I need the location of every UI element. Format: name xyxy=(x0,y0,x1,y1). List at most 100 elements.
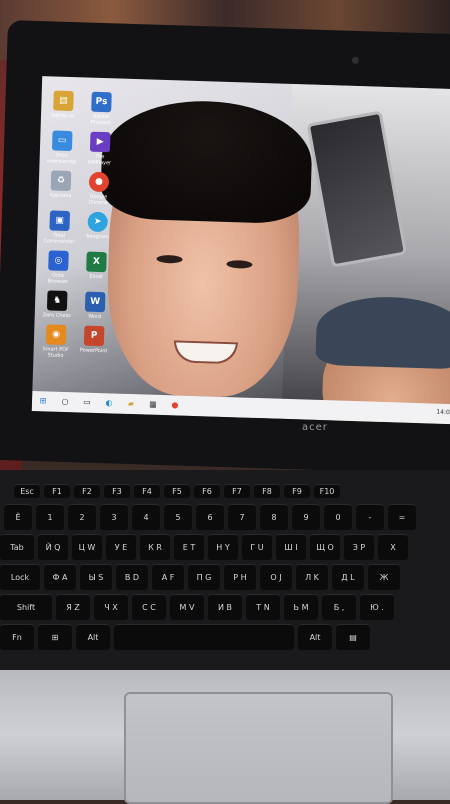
key[interactable]: Р H xyxy=(224,564,256,590)
key[interactable]: 9 xyxy=(292,504,320,530)
key[interactable]: Т N xyxy=(246,594,280,620)
key[interactable]: F2 xyxy=(74,484,100,498)
word-icon: W xyxy=(84,291,106,313)
edge-icon[interactable]: ◐ xyxy=(104,398,114,408)
desktop-icon-label: The KMPlayer xyxy=(87,153,112,167)
key[interactable]: Alt xyxy=(298,624,332,650)
desktop-icon[interactable]: ▭ Этот компьютер xyxy=(45,130,78,165)
desktop-icon-label: Zero Chess xyxy=(42,312,71,320)
key[interactable]: М V xyxy=(170,594,204,620)
search-icon[interactable]: ○ xyxy=(60,397,70,407)
windows-start-icon[interactable]: ⊞ xyxy=(38,396,48,406)
key[interactable]: В D xyxy=(116,564,148,590)
desktop-icon[interactable]: W Word xyxy=(79,291,112,320)
key[interactable]: Й Q xyxy=(38,534,68,560)
spacebar[interactable] xyxy=(114,624,294,650)
key[interactable]: А F xyxy=(152,564,184,590)
key[interactable]: О J xyxy=(260,564,292,590)
key[interactable]: Н Y xyxy=(208,534,238,560)
key[interactable]: Щ O xyxy=(310,534,340,560)
windows-key-icon[interactable]: ⊞ xyxy=(38,624,72,650)
key[interactable]: Ю . xyxy=(360,594,394,620)
key[interactable]: 4 xyxy=(132,504,160,530)
key[interactable]: Shift xyxy=(0,594,52,620)
file-explorer-icon[interactable]: ▰ xyxy=(126,399,136,409)
desktop-icon[interactable]: ♞ Zero Chess xyxy=(41,290,74,319)
desktop-icon[interactable]: ● Google Chrome xyxy=(82,171,115,206)
key[interactable]: Ы S xyxy=(80,564,112,590)
key[interactable]: F9 xyxy=(284,484,310,498)
desktop-icon[interactable]: P PowerPoint xyxy=(77,325,110,360)
key[interactable]: = xyxy=(388,504,416,530)
desktop-icon[interactable]: ▶ The KMPlayer xyxy=(83,131,116,166)
desktop-icon[interactable]: ▤ laptop.uz xyxy=(47,90,80,125)
laptop-screen: ▤ laptop.uz Ps Adobe Photosh ▭ Этот комп… xyxy=(31,76,450,425)
key[interactable]: 1 xyxy=(36,504,64,530)
laptop-brand-logo: acer xyxy=(302,422,328,433)
key[interactable]: У E xyxy=(106,534,136,560)
key[interactable]: F5 xyxy=(164,484,190,498)
key[interactable]: Alt xyxy=(76,624,110,650)
laptop-folder-icon: ▤ xyxy=(53,90,74,112)
menu-key-icon[interactable]: ▤ xyxy=(336,624,370,650)
desktop-icon[interactable]: ◉ Smart PDF Studio xyxy=(39,324,72,359)
key[interactable]: Ь M xyxy=(284,594,318,620)
photoshop-icon: Ps xyxy=(91,91,112,113)
desktop-icon[interactable]: ➤ Telegram xyxy=(81,211,114,246)
key[interactable]: 5 xyxy=(164,504,192,530)
key[interactable]: F1 xyxy=(44,484,70,498)
key[interactable]: 3 xyxy=(100,504,128,530)
task-view-icon[interactable]: ▭ xyxy=(82,398,92,408)
key[interactable]: Lock xyxy=(0,564,40,590)
key[interactable]: Х xyxy=(378,534,408,560)
key[interactable]: Esc xyxy=(14,484,40,498)
key[interactable]: F10 xyxy=(314,484,340,498)
key[interactable]: Г U xyxy=(242,534,272,560)
key[interactable]: Л K xyxy=(296,564,328,590)
key[interactable]: F8 xyxy=(254,484,280,498)
key[interactable]: Ц W xyxy=(72,534,102,560)
key[interactable]: И B xyxy=(208,594,242,620)
desktop-icon[interactable]: X Excel xyxy=(80,251,113,286)
key[interactable]: - xyxy=(356,504,384,530)
desktop-icon-label: Корзина xyxy=(49,192,72,200)
desktop-icon[interactable]: ▣ Total Commander xyxy=(43,210,76,245)
key[interactable]: Tab xyxy=(0,534,34,560)
chrome-icon: ● xyxy=(88,171,110,193)
key[interactable]: Ж xyxy=(368,564,400,590)
key[interactable]: Fn xyxy=(0,624,34,650)
system-clock[interactable]: 14:0 xyxy=(436,409,450,416)
key[interactable]: Д L xyxy=(332,564,364,590)
key[interactable]: Я Z xyxy=(56,594,90,620)
key[interactable]: Б , xyxy=(322,594,356,620)
key[interactable]: F7 xyxy=(224,484,250,498)
kmplayer-icon: ▶ xyxy=(89,131,111,153)
key[interactable]: 7 xyxy=(228,504,256,530)
key[interactable]: 6 xyxy=(196,504,224,530)
keyboard-row-shift: Shift Я Z Ч X С C М V И B Т N Ь M Б , Ю … xyxy=(0,594,398,620)
chrome-icon[interactable]: ● xyxy=(170,400,180,410)
key[interactable]: К R xyxy=(140,534,170,560)
key[interactable]: Ш I xyxy=(276,534,306,560)
key[interactable]: F4 xyxy=(134,484,160,498)
key[interactable]: Ч X xyxy=(94,594,128,620)
keyboard-row-number: Ё 1 2 3 4 5 6 7 8 9 0 - = xyxy=(4,504,420,530)
desktop-icon[interactable]: ♻ Корзина xyxy=(44,170,77,205)
key[interactable]: П G xyxy=(188,564,220,590)
store-icon[interactable]: ▦ xyxy=(148,400,158,410)
key[interactable]: Ё xyxy=(4,504,32,530)
key[interactable]: F3 xyxy=(104,484,130,498)
key[interactable]: 0 xyxy=(324,504,352,530)
key[interactable]: С C xyxy=(132,594,166,620)
key[interactable]: Ф A xyxy=(44,564,76,590)
key[interactable]: F6 xyxy=(194,484,220,498)
key[interactable]: Е T xyxy=(174,534,204,560)
webcam-icon xyxy=(351,56,360,65)
desktop-icon[interactable]: ◎ Octa Browser xyxy=(42,250,75,285)
key[interactable]: 8 xyxy=(260,504,288,530)
desktop-icon[interactable]: Ps Adobe Photosh xyxy=(85,91,118,126)
touchpad[interactable] xyxy=(124,692,393,804)
key[interactable]: 2 xyxy=(68,504,96,530)
key[interactable]: З P xyxy=(344,534,374,560)
excel-icon: X xyxy=(86,251,107,273)
